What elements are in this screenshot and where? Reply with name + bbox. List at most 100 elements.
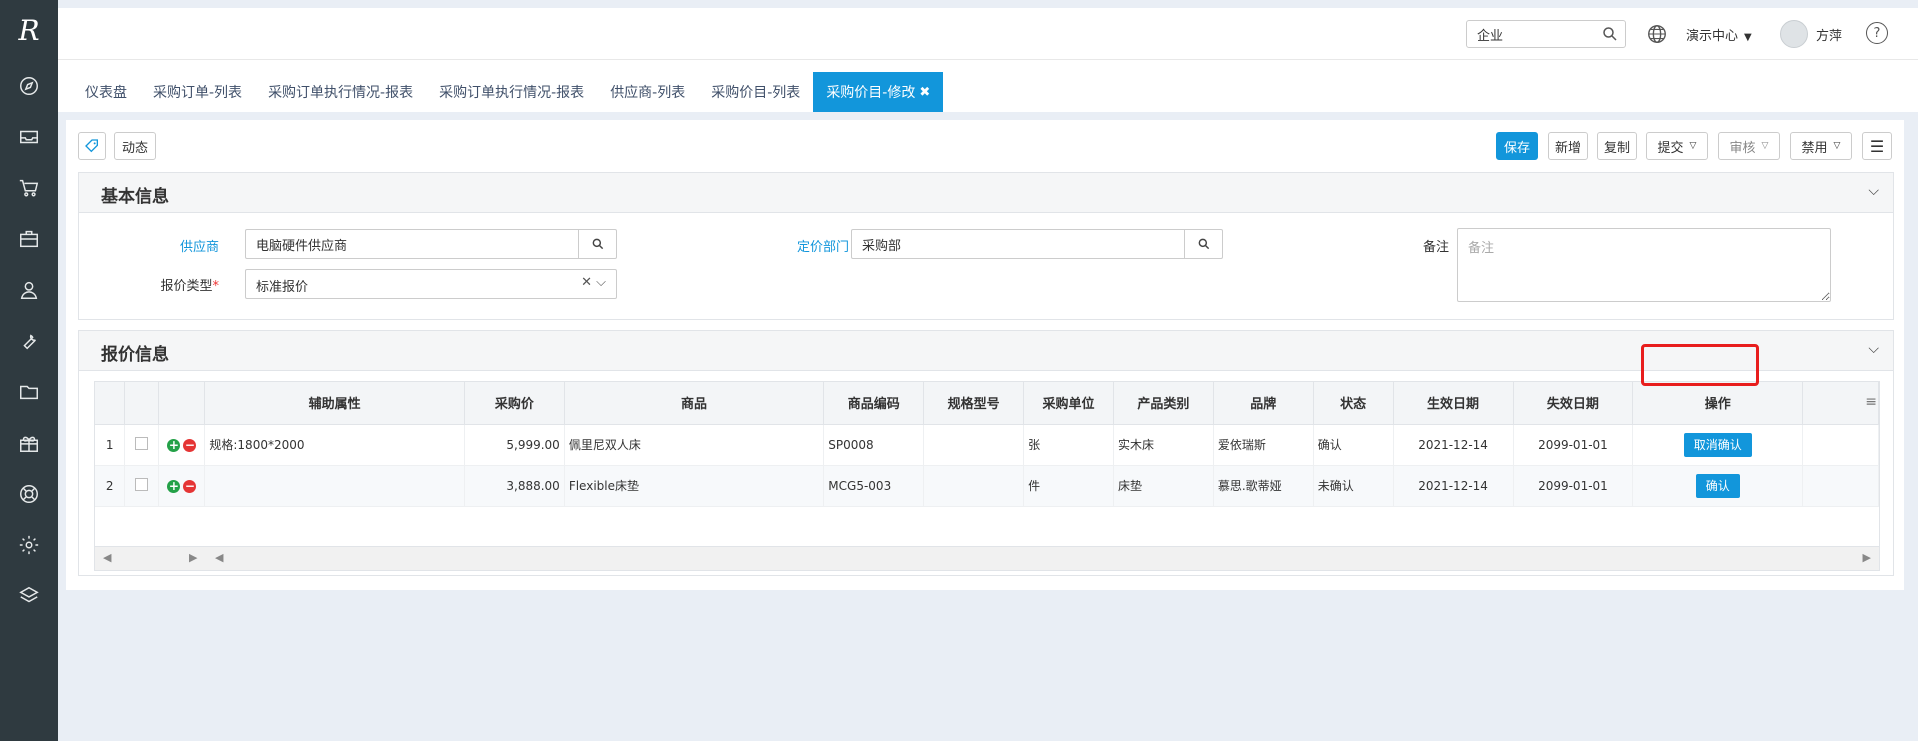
confirm-button[interactable]: 确认 [1695, 473, 1740, 498]
supplier-input[interactable] [246, 230, 616, 258]
layers-icon[interactable] [0, 570, 58, 621]
disable-button[interactable]: 禁用 ▽ [1790, 132, 1852, 160]
user-icon[interactable] [0, 264, 58, 315]
tab-label: 采购订单执行情况-报表 [268, 85, 414, 101]
main-panel: 动态 保存 新增 复制 提交 ▽ 审核 ▽ 禁用 ▽ ☰ 基本信息 ⌵ 供应商 报价类… [66, 120, 1904, 590]
tag-icon [85, 139, 98, 153]
supplier-search-button[interactable] [578, 230, 616, 258]
note-label: 备注 [1422, 240, 1449, 255]
dept-input[interactable] [852, 230, 1222, 258]
remove-row-icon[interactable]: − [183, 479, 197, 493]
add-row-icon[interactable]: + [167, 438, 181, 452]
close-icon[interactable]: ✖ [919, 85, 930, 100]
col-status: 状态 [1313, 382, 1394, 425]
scroll-right-icon[interactable]: ▶ [189, 551, 197, 564]
menu-button[interactable]: ☰ [1862, 132, 1892, 160]
cancel-confirm-button[interactable]: 取消确认 [1683, 432, 1752, 457]
scroll-left-icon[interactable]: ◀ [215, 551, 223, 564]
search-icon[interactable] [1601, 25, 1619, 43]
search-input[interactable] [1467, 21, 1587, 47]
new-button[interactable]: 新增 [1548, 132, 1588, 160]
cell-price[interactable]: 5,999.00 [464, 424, 565, 466]
cell-start-date[interactable]: 2021-12-14 [1393, 424, 1514, 466]
supplier-label[interactable]: 供应商 [159, 236, 219, 255]
tab-label: 采购订单执行情况-报表 [439, 85, 585, 101]
checkbox[interactable] [135, 436, 149, 450]
global-search[interactable] [1466, 20, 1626, 48]
submit-button[interactable]: 提交 ▽ [1646, 132, 1708, 160]
save-button[interactable]: 保存 [1496, 132, 1538, 160]
chevron-down-icon[interactable]: ⌵ [1868, 341, 1879, 357]
section-header[interactable]: 基本信息 ⌵ [79, 173, 1893, 213]
wrench-icon[interactable] [0, 315, 58, 366]
remove-row-icon[interactable]: − [183, 438, 197, 452]
globe-icon[interactable] [1646, 23, 1668, 45]
tab-purchase-order-list[interactable]: 采购订单-列表 [140, 72, 255, 112]
cart-icon[interactable] [0, 162, 58, 213]
table-row[interactable]: 1 + − 规格:1800*2000 5,999.00 佩里尼双人床 SP0008… [95, 424, 1879, 466]
help-icon[interactable]: ? [1866, 22, 1888, 44]
gift-icon[interactable] [0, 417, 58, 468]
row-index: 2 [95, 465, 126, 507]
lifebuoy-icon[interactable] [0, 468, 58, 519]
chevron-down-icon: ▽ [1689, 141, 1697, 151]
cell-unit: 张 [1023, 424, 1114, 466]
folder-icon[interactable] [0, 366, 58, 417]
note-textarea[interactable] [1457, 228, 1831, 302]
audit-button[interactable]: 审核 ▽ [1718, 132, 1780, 160]
quote-type-select[interactable]: 标准报价 ✕ ⌵ [245, 269, 617, 299]
row-index: 1 [95, 424, 126, 466]
row-checkbox[interactable] [124, 424, 160, 466]
section-header[interactable]: 报价信息 ⌵ [79, 331, 1893, 371]
col-price: 采购价 [464, 382, 565, 425]
search-icon [592, 238, 603, 250]
col-spec: 规格型号 [923, 382, 1025, 425]
gear-icon[interactable] [0, 519, 58, 570]
chevron-down-icon: ▽ [1761, 141, 1769, 151]
org-label: 演示中心 [1686, 29, 1739, 44]
table-row[interactable]: 2 + − 3,888.00 Flexible床垫 MCG5-003 件 床垫 慕… [95, 465, 1879, 507]
cell-filler [1802, 424, 1879, 466]
cell-end-date[interactable]: 2099-01-01 [1513, 424, 1634, 466]
tab-po-execution-report[interactable]: 采购订单执行情况-报表 [255, 72, 426, 112]
col-start-date: 生效日期 [1393, 382, 1514, 425]
copy-button[interactable]: 复制 [1597, 132, 1637, 160]
cell-status: 确认 [1313, 424, 1394, 466]
dept-label[interactable]: 定价部门 [759, 236, 849, 255]
briefcase-icon[interactable] [0, 213, 58, 264]
add-row-icon[interactable]: + [167, 479, 181, 493]
cell-price[interactable]: 3,888.00 [464, 465, 565, 507]
dept-search-button[interactable] [1184, 230, 1222, 258]
table-header-row: 辅助属性 采购价 商品 商品编码 规格型号 采购单位 产品类别 品牌 状态 生效… [95, 382, 1879, 425]
cell-product[interactable]: Flexible床垫 [564, 465, 825, 507]
cell-attr[interactable] [204, 465, 465, 507]
compass-icon[interactable] [0, 60, 58, 111]
horizontal-scrollbar[interactable]: ◀ ▶ ◀ ▶ [95, 546, 1879, 570]
tag-button[interactable] [78, 132, 106, 160]
user-name[interactable]: 方萍 [1816, 25, 1842, 44]
cell-start-date[interactable]: 2021-12-14 [1393, 465, 1514, 507]
tab-price-list[interactable]: 采购价目-列表 [698, 72, 813, 112]
cell-attr[interactable]: 规格:1800*2000 [204, 424, 465, 466]
cell-product[interactable]: 佩里尼双人床 [564, 424, 825, 466]
supplier-field[interactable] [245, 229, 617, 259]
avatar[interactable] [1780, 20, 1808, 48]
chevron-down-icon[interactable]: ⌵ [1868, 183, 1879, 199]
org-switcher[interactable]: 演示中心 ▼ [1686, 25, 1752, 44]
row-checkbox[interactable] [124, 465, 160, 507]
col-unit: 采购单位 [1023, 382, 1114, 425]
tab-price-edit[interactable]: 采购价目-修改 ✖ [813, 72, 944, 112]
clear-and-chevron-icon[interactable]: ✕ ⌵ [581, 275, 606, 290]
cell-end-date[interactable]: 2099-01-01 [1513, 465, 1634, 507]
activity-button[interactable]: 动态 [114, 132, 156, 160]
tab-dashboard[interactable]: 仪表盘 [72, 72, 140, 112]
cell-action: 确认 [1632, 465, 1804, 507]
grid-column-menu-icon[interactable]: ≡ [1865, 394, 1877, 410]
tab-supplier-list[interactable]: 供应商-列表 [597, 72, 698, 112]
tab-po-execution-report-2[interactable]: 采购订单执行情况-报表 [426, 72, 597, 112]
inbox-icon[interactable] [0, 111, 58, 162]
dept-field[interactable] [851, 229, 1223, 259]
checkbox[interactable] [135, 477, 149, 491]
scroll-right-icon[interactable]: ▶ [1863, 551, 1871, 564]
scroll-left-icon[interactable]: ◀ [103, 551, 111, 564]
